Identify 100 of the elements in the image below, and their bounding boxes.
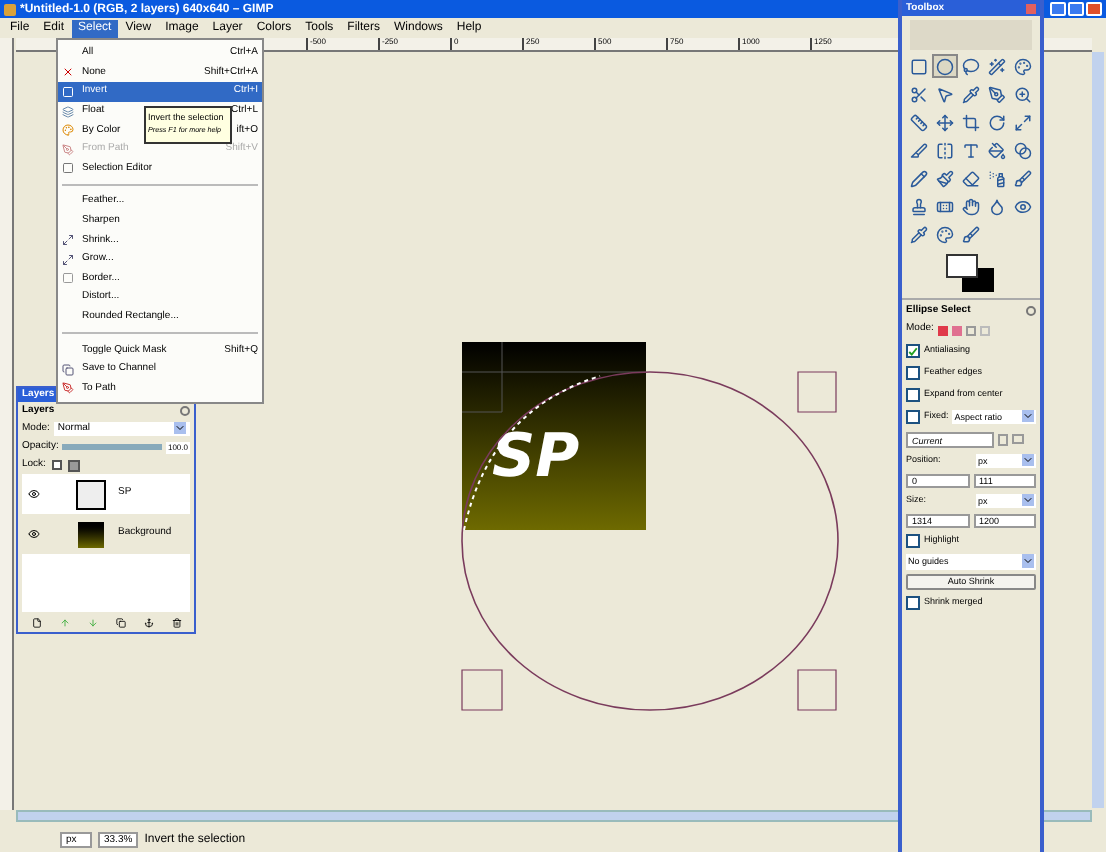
tool-button[interactable] [906, 138, 932, 162]
bandage-icon [936, 197, 954, 215]
slice-icon [910, 141, 928, 159]
checkbox[interactable] [906, 366, 920, 380]
anchor-icon [143, 617, 153, 627]
ellipse-icon [936, 57, 954, 75]
tool-button[interactable] [984, 138, 1010, 162]
channel-icon [62, 363, 74, 376]
maximize-button[interactable] [1068, 2, 1084, 16]
layer-thumbnail [76, 479, 106, 509]
tool-button[interactable] [932, 222, 958, 246]
tool-button[interactable] [1010, 54, 1036, 78]
menu-icon[interactable] [180, 406, 190, 416]
pen-icon [988, 85, 1006, 103]
zoom-icon [1014, 85, 1032, 103]
tool-button[interactable] [958, 166, 984, 190]
editor-icon [62, 162, 74, 175]
palette-icon [1014, 57, 1032, 75]
checkbox[interactable] [51, 460, 62, 470]
layers-icon [62, 105, 74, 118]
tool-button[interactable] [906, 82, 932, 106]
tool-button[interactable] [958, 138, 984, 162]
close-button[interactable] [1086, 2, 1102, 16]
chevron-icon [1022, 554, 1034, 568]
lower-icon [87, 617, 97, 627]
new-layer-icon [31, 617, 41, 627]
stamp-icon [910, 197, 928, 215]
tool-button[interactable] [932, 166, 958, 190]
path-icon [62, 143, 74, 156]
replace-icon[interactable] [937, 325, 948, 335]
tool-button[interactable] [906, 222, 932, 246]
eye-icon [28, 488, 40, 500]
blend-icon [1014, 141, 1032, 159]
lasso-icon [962, 57, 980, 75]
app-icon [4, 3, 16, 15]
ruler-icon [910, 113, 928, 131]
brush-icon [1014, 169, 1032, 187]
scrollbar[interactable] [1092, 52, 1104, 808]
tool-button[interactable] [958, 54, 984, 78]
raise-icon [59, 617, 69, 627]
pipette-icon [962, 85, 980, 103]
rectangle-icon [910, 57, 928, 75]
trash-icon [171, 617, 181, 627]
tool-button[interactable] [932, 54, 958, 78]
checkbox[interactable] [906, 534, 920, 548]
hand-icon [962, 197, 980, 215]
background-color-swatch[interactable] [961, 268, 993, 292]
move-icon [936, 113, 954, 131]
tool-button[interactable] [958, 194, 984, 218]
checkbox[interactable] [906, 388, 920, 402]
tool-button[interactable] [932, 110, 958, 134]
pointer-icon [936, 85, 954, 103]
checkbox[interactable] [906, 596, 920, 610]
tool-button[interactable] [932, 138, 958, 162]
minimize-button[interactable] [1050, 2, 1066, 16]
foreground-color-swatch[interactable] [945, 254, 977, 278]
tool-button[interactable] [906, 54, 932, 78]
bucket-icon [988, 141, 1006, 159]
chevron-icon [1022, 493, 1034, 505]
tool-button[interactable] [958, 82, 984, 106]
tool-button[interactable] [906, 166, 932, 190]
tool-button[interactable] [1010, 82, 1036, 106]
eraser-icon [962, 169, 980, 187]
tool-button[interactable] [1010, 166, 1036, 190]
tool-button[interactable] [958, 222, 984, 246]
brush-icon [962, 225, 980, 243]
layer-thumbnail [76, 519, 106, 549]
path-icon [62, 382, 74, 395]
tool-button[interactable] [1010, 138, 1036, 162]
checkbox[interactable] [906, 344, 920, 358]
scissors-icon [910, 85, 928, 103]
tool-button[interactable] [984, 82, 1010, 106]
tool-button[interactable] [906, 110, 932, 134]
palette-icon [936, 225, 954, 243]
menu-icon[interactable] [1026, 306, 1036, 316]
scale-icon [1014, 113, 1032, 131]
tool-button[interactable] [984, 54, 1010, 78]
droplet-icon [988, 197, 1006, 215]
checker-icon[interactable] [67, 459, 80, 471]
flip-icon [936, 141, 954, 159]
invert-icon [62, 85, 74, 98]
eye-icon [1014, 197, 1032, 215]
pipette-icon [910, 225, 928, 243]
chevron-icon [174, 422, 186, 434]
palette-icon [62, 124, 74, 137]
paintbrush-icon [936, 169, 954, 187]
checkbox[interactable] [906, 410, 920, 424]
tool-button[interactable] [906, 194, 932, 218]
tool-button[interactable] [1010, 110, 1036, 134]
crop-icon [962, 113, 980, 131]
tool-button[interactable] [958, 110, 984, 134]
tool-button[interactable] [984, 110, 1010, 134]
rotate-icon [988, 113, 1006, 131]
border-icon [62, 272, 74, 285]
eye-icon [28, 528, 40, 540]
opacity-slider[interactable] [62, 444, 162, 450]
chevron-icon [1022, 410, 1034, 422]
duplicate-icon [115, 617, 125, 627]
chevron-icon [1022, 453, 1034, 465]
tool-button[interactable] [932, 82, 958, 106]
